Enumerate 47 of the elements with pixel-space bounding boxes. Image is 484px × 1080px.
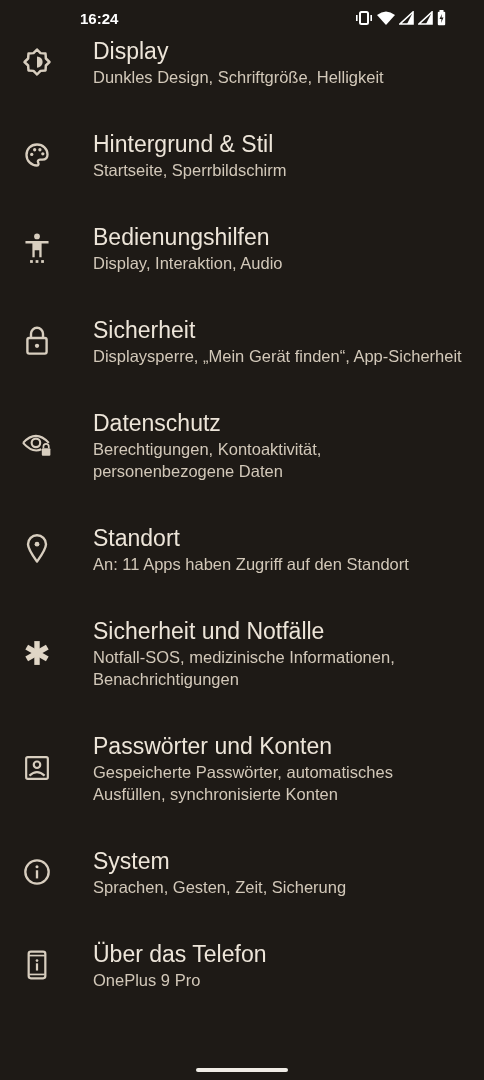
item-title: Bedienungshilfen bbox=[93, 223, 270, 252]
item-title: Standort bbox=[93, 524, 180, 553]
vibrate-icon bbox=[355, 11, 373, 25]
battery-icon bbox=[437, 10, 446, 26]
settings-item[interactable]: Passwörter und Konten Gespeicherte Passwörter, automatisches Ausfüllen, synchronisierte Konten bbox=[0, 711, 484, 826]
item-title: Sicherheit bbox=[93, 316, 196, 345]
status-time: 16:24 bbox=[80, 9, 119, 27]
item-title: Hintergrund & Stil bbox=[93, 130, 274, 159]
item-title: Sicherheit und Notfälle bbox=[93, 617, 325, 646]
asterisk-icon bbox=[23, 640, 50, 666]
item-title: Passwörter und Konten bbox=[93, 732, 333, 761]
eye-lock-icon bbox=[21, 432, 52, 458]
item-subtitle: Sprachen, Gesten, Zeit, Sicherung bbox=[93, 877, 347, 898]
location-pin-icon bbox=[25, 534, 48, 564]
lock-icon bbox=[24, 326, 49, 356]
settings-item[interactable]: Standort An: 11 Apps haben Zugriff auf den Standort bbox=[0, 503, 484, 596]
item-subtitle: Notfall-SOS, medizinische Informationen, Benachrichtigungen bbox=[93, 647, 396, 690]
wifi-icon bbox=[377, 11, 395, 25]
settings-item[interactable]: Über das Telefon OnePlus 9 Pro bbox=[0, 919, 484, 1012]
item-title: Datenschutz bbox=[93, 409, 221, 438]
accessibility-icon bbox=[23, 233, 50, 263]
item-subtitle: Displaysperre, „Mein Gerät finden“, App-Sicherheit bbox=[93, 346, 462, 367]
item-title: System bbox=[93, 847, 170, 876]
settings-item[interactable]: Hintergrund & Stil Startseite, Sperrbildschirm bbox=[0, 109, 484, 202]
item-subtitle: Dunkles Design, Schriftgröße, Helligkeit bbox=[93, 67, 384, 88]
settings-item[interactable]: Datenschutz Berechtigungen, Kontoaktivität, personenbezogene Daten bbox=[0, 388, 484, 503]
item-subtitle: OnePlus 9 Pro bbox=[93, 970, 201, 991]
settings-item[interactable]: Display Dunkles Design, Schriftgröße, Helligkeit bbox=[0, 36, 484, 109]
settings-item[interactable]: System Sprachen, Gesten, Zeit, Sicherung bbox=[0, 826, 484, 919]
phone-info-icon bbox=[26, 950, 47, 980]
item-title: Über das Telefon bbox=[93, 940, 267, 969]
account-box-icon bbox=[23, 755, 50, 781]
display-brightness-icon bbox=[21, 47, 52, 77]
signal-icon bbox=[418, 11, 433, 25]
item-subtitle: Berechtigungen, Kontoaktivität, personenbezogene Daten bbox=[93, 439, 323, 482]
item-subtitle: Display, Interaktion, Audio bbox=[93, 253, 283, 274]
item-title: Display bbox=[93, 37, 169, 66]
item-subtitle: An: 11 Apps haben Zugriff auf den Standort bbox=[93, 554, 409, 575]
settings-item[interactable]: Sicherheit und Notfälle Notfall-SOS, medizinische Informationen, Benachrichtigungen bbox=[0, 596, 484, 711]
settings-item[interactable]: Sicherheit Displaysperre, „Mein Gerät finden“, App-Sicherheit bbox=[0, 295, 484, 388]
home-indicator[interactable] bbox=[196, 1068, 288, 1072]
item-subtitle: Gespeicherte Passwörter, automatisches Ausfüllen, synchronisierte Konten bbox=[93, 762, 394, 805]
signal-icon bbox=[399, 11, 414, 25]
info-icon bbox=[22, 858, 51, 886]
item-subtitle: Startseite, Sperrbildschirm bbox=[93, 160, 287, 181]
palette-icon bbox=[22, 141, 51, 169]
settings-item[interactable]: Bedienungshilfen Display, Interaktion, Audio bbox=[0, 202, 484, 295]
